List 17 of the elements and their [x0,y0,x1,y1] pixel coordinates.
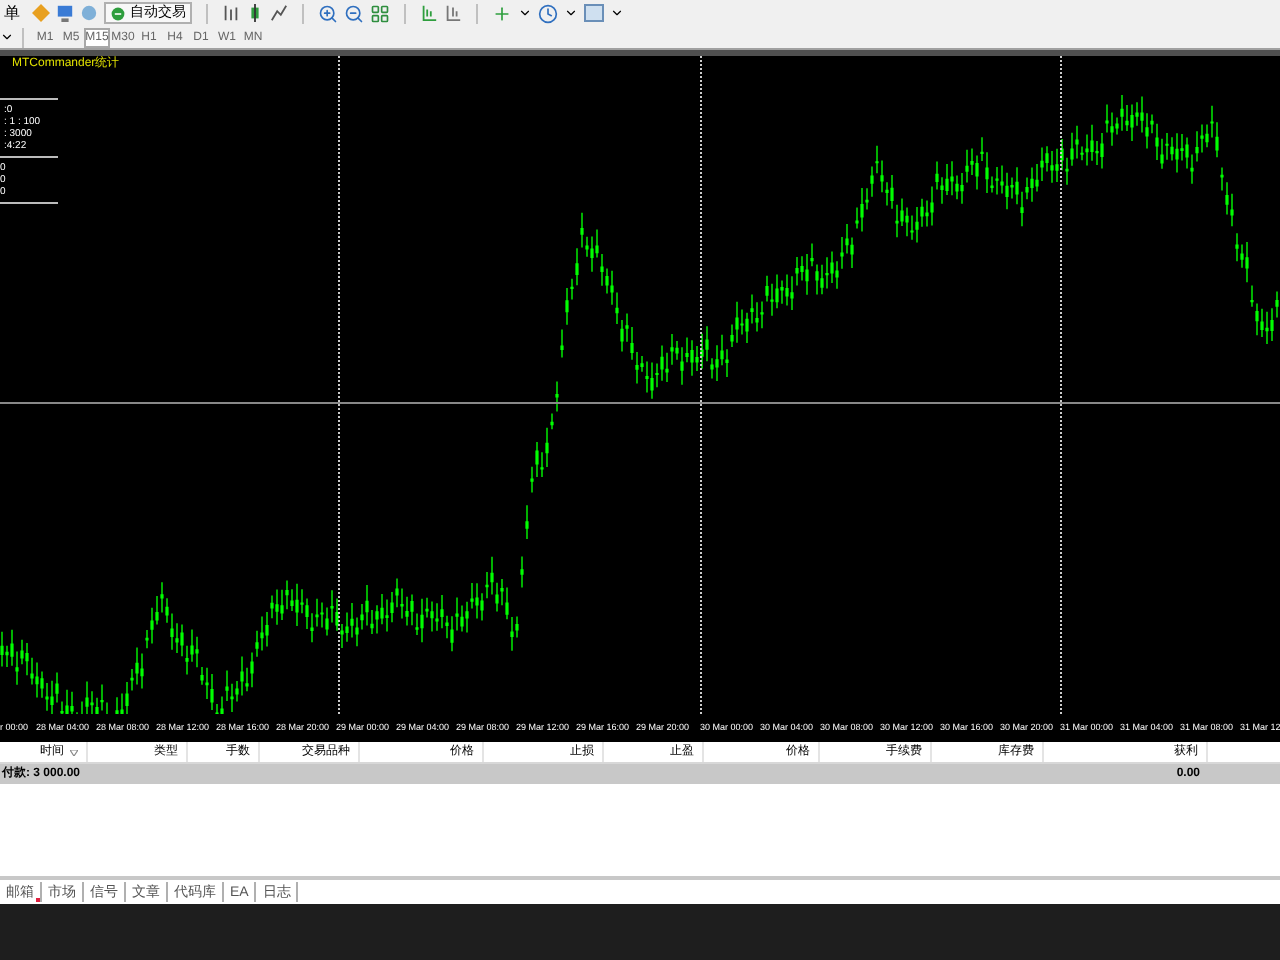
bar-chart-icon[interactable] [222,4,240,22]
chart-shift-icon[interactable] [420,4,438,22]
toolbar-label[interactable]: 单 [4,1,20,25]
caret-icon[interactable] [518,6,532,20]
line-chart-icon[interactable] [270,4,288,22]
zoom-out-icon[interactable] [344,3,364,23]
caret-icon[interactable] [0,30,14,44]
autotrade-icon [110,5,126,21]
zoom-in-icon[interactable] [318,3,338,23]
grid-icon[interactable] [370,3,390,23]
sort-icon [70,749,78,755]
clock-icon[interactable] [538,3,558,23]
candle-chart-icon[interactable] [246,4,264,22]
caret-icon[interactable] [610,6,624,20]
autoscroll-icon[interactable] [444,4,462,22]
monitor-icon[interactable] [56,4,74,22]
caret-icon[interactable] [564,6,578,20]
